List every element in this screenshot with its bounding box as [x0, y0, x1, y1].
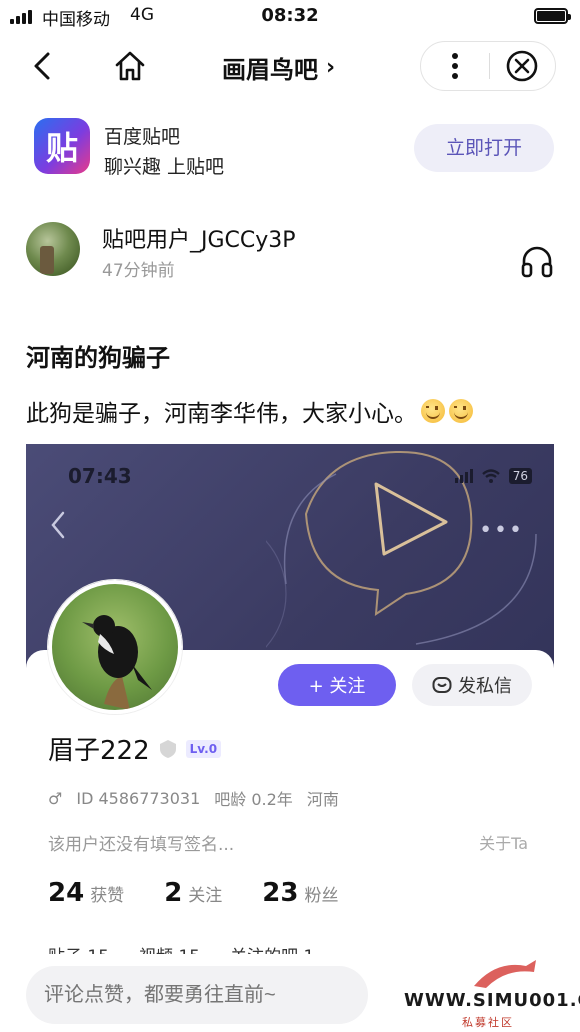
forum-title: 画眉鸟吧: [222, 56, 318, 84]
wifi-icon: [481, 469, 500, 483]
stat-likes: 24 获赞: [48, 878, 125, 908]
post-header: 贴吧用户_JGCCy3P 47分钟前: [0, 216, 580, 286]
home-icon[interactable]: [112, 48, 148, 84]
battery-icon: [534, 8, 571, 24]
stat-fans: 23 粉丝: [262, 878, 339, 908]
tab-posts: 贴子 15: [48, 942, 109, 954]
tab-followed-forums: 关注的吧 1: [230, 942, 314, 954]
profile-tabs: 贴子 15 视频 15 关注的吧 1: [48, 942, 314, 954]
more-horizontal-icon: •••: [479, 518, 524, 543]
tieba-logo-icon: 贴: [34, 118, 90, 174]
follow-button: + 关注: [278, 664, 396, 706]
gender-icon: ♂: [48, 788, 63, 808]
battery-level: 76: [508, 468, 532, 484]
shield-badge-icon: [159, 739, 176, 758]
bird-avatar-icon: [82, 615, 152, 710]
profile-name-row: 眉子222 Lv.0: [48, 730, 222, 767]
status-time: 08:32: [261, 5, 319, 26]
close-button[interactable]: [490, 42, 556, 90]
profile-location: 河南: [306, 790, 339, 809]
smile-emoji-icon: [449, 399, 473, 423]
chevron-right-icon: ›: [326, 55, 336, 80]
embedded-status-time: 07:43: [68, 464, 132, 488]
headphones-icon[interactable]: [518, 242, 556, 280]
nav-bar: 画眉鸟吧 ›: [0, 36, 580, 96]
watermark-subtext: 私募社区: [462, 1016, 514, 1029]
embedded-status-icons: 76: [454, 468, 532, 484]
app-name: 百度贴吧: [104, 126, 181, 148]
smile-emoji-icon: [421, 399, 445, 423]
app-banner: 贴 百度贴吧 聊兴趣 上贴吧 立即打开: [0, 112, 580, 192]
post-body: 此狗是骗子，河南李华伟，大家小心。: [26, 394, 473, 428]
post-time: 47分钟前: [102, 261, 175, 281]
open-app-button[interactable]: 立即打开: [414, 124, 554, 172]
miniapp-capsule: [420, 41, 556, 91]
account-age: 吧龄 0.2年: [214, 790, 293, 809]
stat-following: 2 关注: [164, 878, 223, 908]
level-badge: Lv.0: [185, 739, 222, 758]
post-image[interactable]: 07:43 76 ••• + 关注 发私信 眉子222 Lv.0 ♂ ID 45…: [26, 444, 554, 954]
watermark-text: WWW.SIMU001.CN: [404, 990, 580, 1011]
message-button: 发私信: [412, 664, 532, 706]
app-slogan: 聊兴趣 上贴吧: [104, 156, 225, 178]
more-button[interactable]: [421, 42, 489, 90]
signal-icon: [454, 469, 473, 483]
comment-input[interactable]: [26, 966, 368, 1024]
watermark: WWW.SIMU001.CN 私募社区: [396, 956, 580, 1032]
profile-avatar: [48, 580, 182, 714]
author-name[interactable]: 贴吧用户_JGCCy3P: [102, 222, 296, 254]
watermark-logo-icon: [474, 960, 536, 988]
message-icon: [432, 677, 452, 693]
post-body-text: 此狗是骗子，河南李华伟，大家小心。: [26, 401, 417, 427]
bottom-bar: WWW.SIMU001.CN 私募社区: [0, 956, 580, 1032]
forum-title-link[interactable]: 画眉鸟吧 ›: [222, 50, 335, 85]
profile-signature: 该用户还没有填写签名...: [48, 835, 235, 855]
back-icon[interactable]: [28, 50, 58, 82]
post-title: 河南的狗骗子: [26, 344, 170, 372]
more-vertical-icon: [451, 53, 458, 79]
profile-meta: ♂ ID 4586773031 吧龄 0.2年 河南: [48, 786, 339, 810]
close-icon: [506, 50, 538, 82]
status-bar: 中国移动 4G 08:32: [0, 0, 580, 32]
avatar[interactable]: [26, 222, 80, 276]
message-button-label: 发私信: [458, 676, 512, 697]
about-link: 关于Ta: [479, 834, 528, 853]
profile-name: 眉子222: [48, 736, 150, 766]
profile-stats: 24 获赞 2 关注 23 粉丝: [48, 878, 338, 908]
back-icon: [51, 511, 65, 539]
profile-id: ID 4586773031: [76, 788, 201, 808]
tab-videos: 视频 15: [139, 942, 200, 954]
